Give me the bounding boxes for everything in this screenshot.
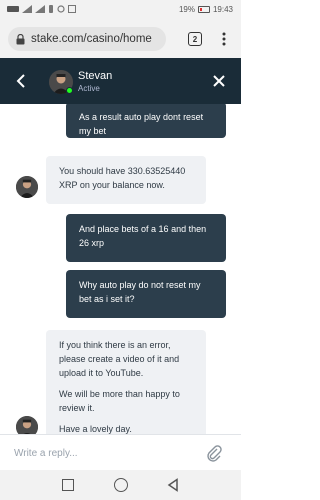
user-message: Why auto play do not reset my bet as i s… [66, 270, 226, 318]
message-text: You should have 330.63525440 XRP on your… [59, 166, 186, 190]
signal-icon-2 [35, 5, 45, 13]
message-list[interactable]: As a result auto play dont reset my bet … [0, 104, 241, 434]
clock: 19:43 [212, 5, 233, 14]
battery-percent: 19% [178, 5, 195, 14]
status-bar: 19% 19:43 [0, 0, 241, 20]
message-text: Why auto play do not reset my bet as i s… [79, 280, 201, 304]
back-arrow-icon[interactable] [14, 72, 28, 90]
message-text: We will be more than happy to review it. [59, 389, 180, 413]
battery-icon [197, 6, 210, 13]
agent-avatar-small [16, 176, 38, 198]
more-options-icon[interactable] [221, 31, 227, 47]
user-message: As a result auto play dont reset my bet [66, 104, 226, 138]
agent-status: Active [78, 84, 100, 93]
message-text: If you think there is an error, please c… [59, 340, 180, 378]
message-text: Have a lovely day. [59, 424, 132, 434]
status-icons-left [7, 5, 76, 13]
gallery-icon [68, 5, 76, 13]
paperclip-icon[interactable] [206, 444, 222, 462]
agent-name: Stevan [78, 70, 113, 82]
signal-icon [22, 5, 32, 13]
sync-icon [57, 5, 65, 13]
message-text: As a result auto play dont reset my bet [79, 112, 204, 136]
agent-message: You should have 330.63525440 XRP on your… [46, 156, 206, 204]
agent-message: If you think there is an error, please c… [46, 330, 206, 434]
wifi-calling-icon [7, 6, 19, 12]
message-text: And place bets of a 16 and then 26 xrp [79, 224, 207, 248]
recent-apps-button[interactable] [62, 479, 74, 491]
system-nav-bar [0, 470, 241, 500]
system-back-icon[interactable] [166, 478, 180, 492]
close-icon[interactable] [212, 74, 226, 88]
home-button[interactable] [114, 478, 128, 492]
lock-icon [16, 33, 25, 44]
status-icons-right: 19% 19:43 [179, 5, 233, 14]
chat-header: Stevan Active [0, 58, 241, 104]
reply-input[interactable] [14, 444, 194, 462]
notification-icon [49, 5, 53, 13]
browser-toolbar: stake.com/casino/home 2 [0, 20, 241, 58]
online-indicator [66, 87, 73, 94]
tab-switcher-button[interactable]: 2 [188, 32, 202, 46]
reply-composer [0, 434, 241, 470]
url-text: stake.com/casino/home [31, 33, 152, 45]
agent-avatar-small [16, 416, 38, 434]
address-bar[interactable]: stake.com/casino/home [8, 27, 166, 51]
user-message: And place bets of a 16 and then 26 xrp [66, 214, 226, 262]
